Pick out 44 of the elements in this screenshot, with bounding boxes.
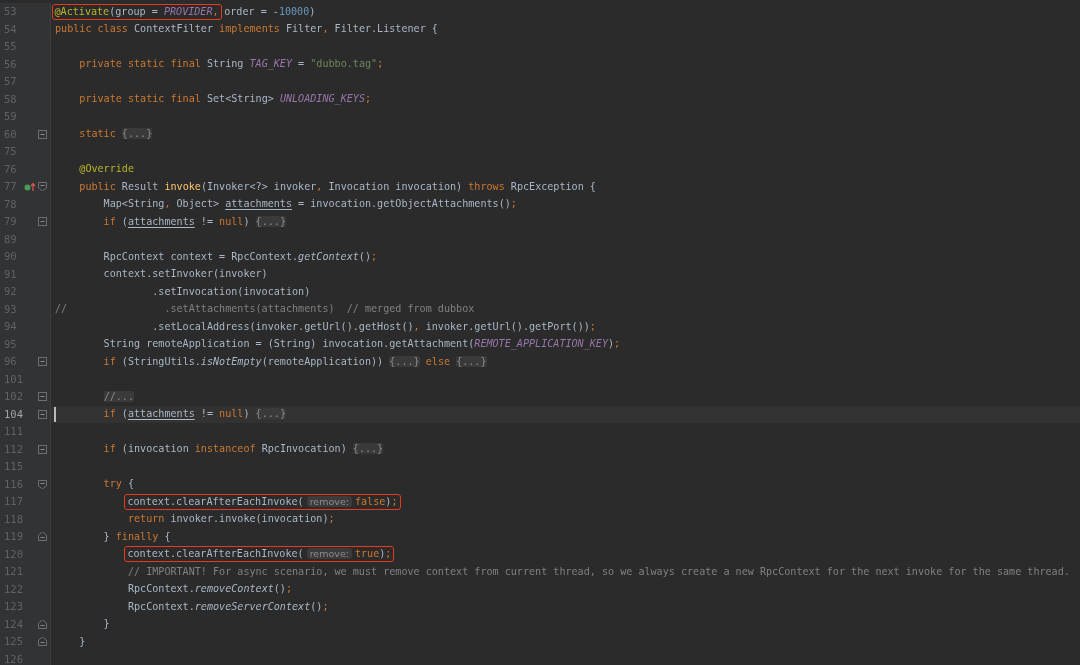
code-text: RpcContext.removeServerContext(); bbox=[126, 599, 329, 614]
code-text: if (attachments != null) {...} bbox=[102, 407, 286, 422]
override-marker-icon[interactable] bbox=[24, 181, 36, 192]
fold-icon[interactable] bbox=[38, 619, 47, 629]
code-text: static {...} bbox=[78, 127, 153, 142]
code-text: } bbox=[78, 634, 86, 649]
code-text: // .setAttachments(attachments) // merged from dubbox bbox=[55, 302, 475, 317]
code-text: if (invocation instanceof RpcInvocation) {...} bbox=[102, 442, 384, 457]
highlighted-code: context.clearAfterEachInvoke( remove: false); bbox=[124, 493, 401, 510]
code-text: order = -10000) bbox=[223, 4, 316, 19]
highlighted-code: @Activate(group = PROVIDER, bbox=[51, 3, 222, 20]
code-text: if (StringUtils.isNotEmpty(remoteApplication)) {...} else {...} bbox=[102, 354, 487, 369]
line-number: 104 bbox=[3, 406, 24, 422]
code-text: public Result invoke(Invoker<?> invoker, Invocation invocation) throws RpcException { bbox=[78, 179, 596, 194]
fold-icon[interactable] bbox=[38, 532, 47, 542]
code-text: } finally { bbox=[102, 529, 171, 544]
fold-icon[interactable] bbox=[38, 409, 47, 419]
fold-icon[interactable] bbox=[38, 182, 47, 192]
code-text: //... bbox=[102, 389, 134, 404]
fold-icon[interactable] bbox=[38, 479, 47, 489]
fold-icon[interactable] bbox=[38, 637, 47, 647]
fold-icon[interactable] bbox=[38, 392, 47, 402]
code-text: private static final String TAG_KEY = "dubbo.tag"; bbox=[78, 57, 384, 72]
code-text: .setLocalAddress(invoker.getUrl().getHost(), invoker.getUrl().getPort()); bbox=[151, 319, 596, 334]
code-text: return invoker.invoke(invocation); bbox=[126, 512, 335, 527]
code-text: try { bbox=[102, 477, 134, 492]
code-text: context.setInvoker(invoker) bbox=[102, 267, 268, 282]
code-text: public class ContextFilter implements Filter, Filter.Listener { bbox=[55, 22, 438, 37]
highlighted-code: context.clearAfterEachInvoke( remove: true); bbox=[124, 546, 395, 563]
code-text: } bbox=[102, 617, 110, 632]
code-text: .setInvocation(invocation) bbox=[151, 284, 311, 299]
code-text: RpcContext.removeContext(); bbox=[126, 582, 293, 597]
code-text: String remoteApplication = (String) invocation.getAttachment(REMOTE_APPLICATION_KEY); bbox=[102, 337, 621, 352]
fold-icon[interactable] bbox=[38, 129, 47, 139]
fold-icon[interactable] bbox=[38, 217, 47, 227]
code-text: // IMPORTANT! For async scenario, we must remove context from current thread, so we always create a new RpcContext for the next invoke for the same thread. bbox=[126, 564, 1070, 579]
code-text: if (attachments != null) {...} bbox=[102, 214, 286, 229]
code-text: Map<String, Object> attachments = invocation.getObjectAttachments(); bbox=[102, 197, 517, 212]
code-text: RpcContext context = RpcContext.getContext(); bbox=[102, 249, 378, 264]
code-text: private static final Set<String> UNLOADING_KEYS; bbox=[78, 92, 372, 107]
text-cursor bbox=[54, 406, 56, 422]
fold-icon[interactable] bbox=[38, 444, 47, 454]
code-text: @Override bbox=[78, 162, 134, 177]
fold-icon[interactable] bbox=[38, 357, 47, 367]
